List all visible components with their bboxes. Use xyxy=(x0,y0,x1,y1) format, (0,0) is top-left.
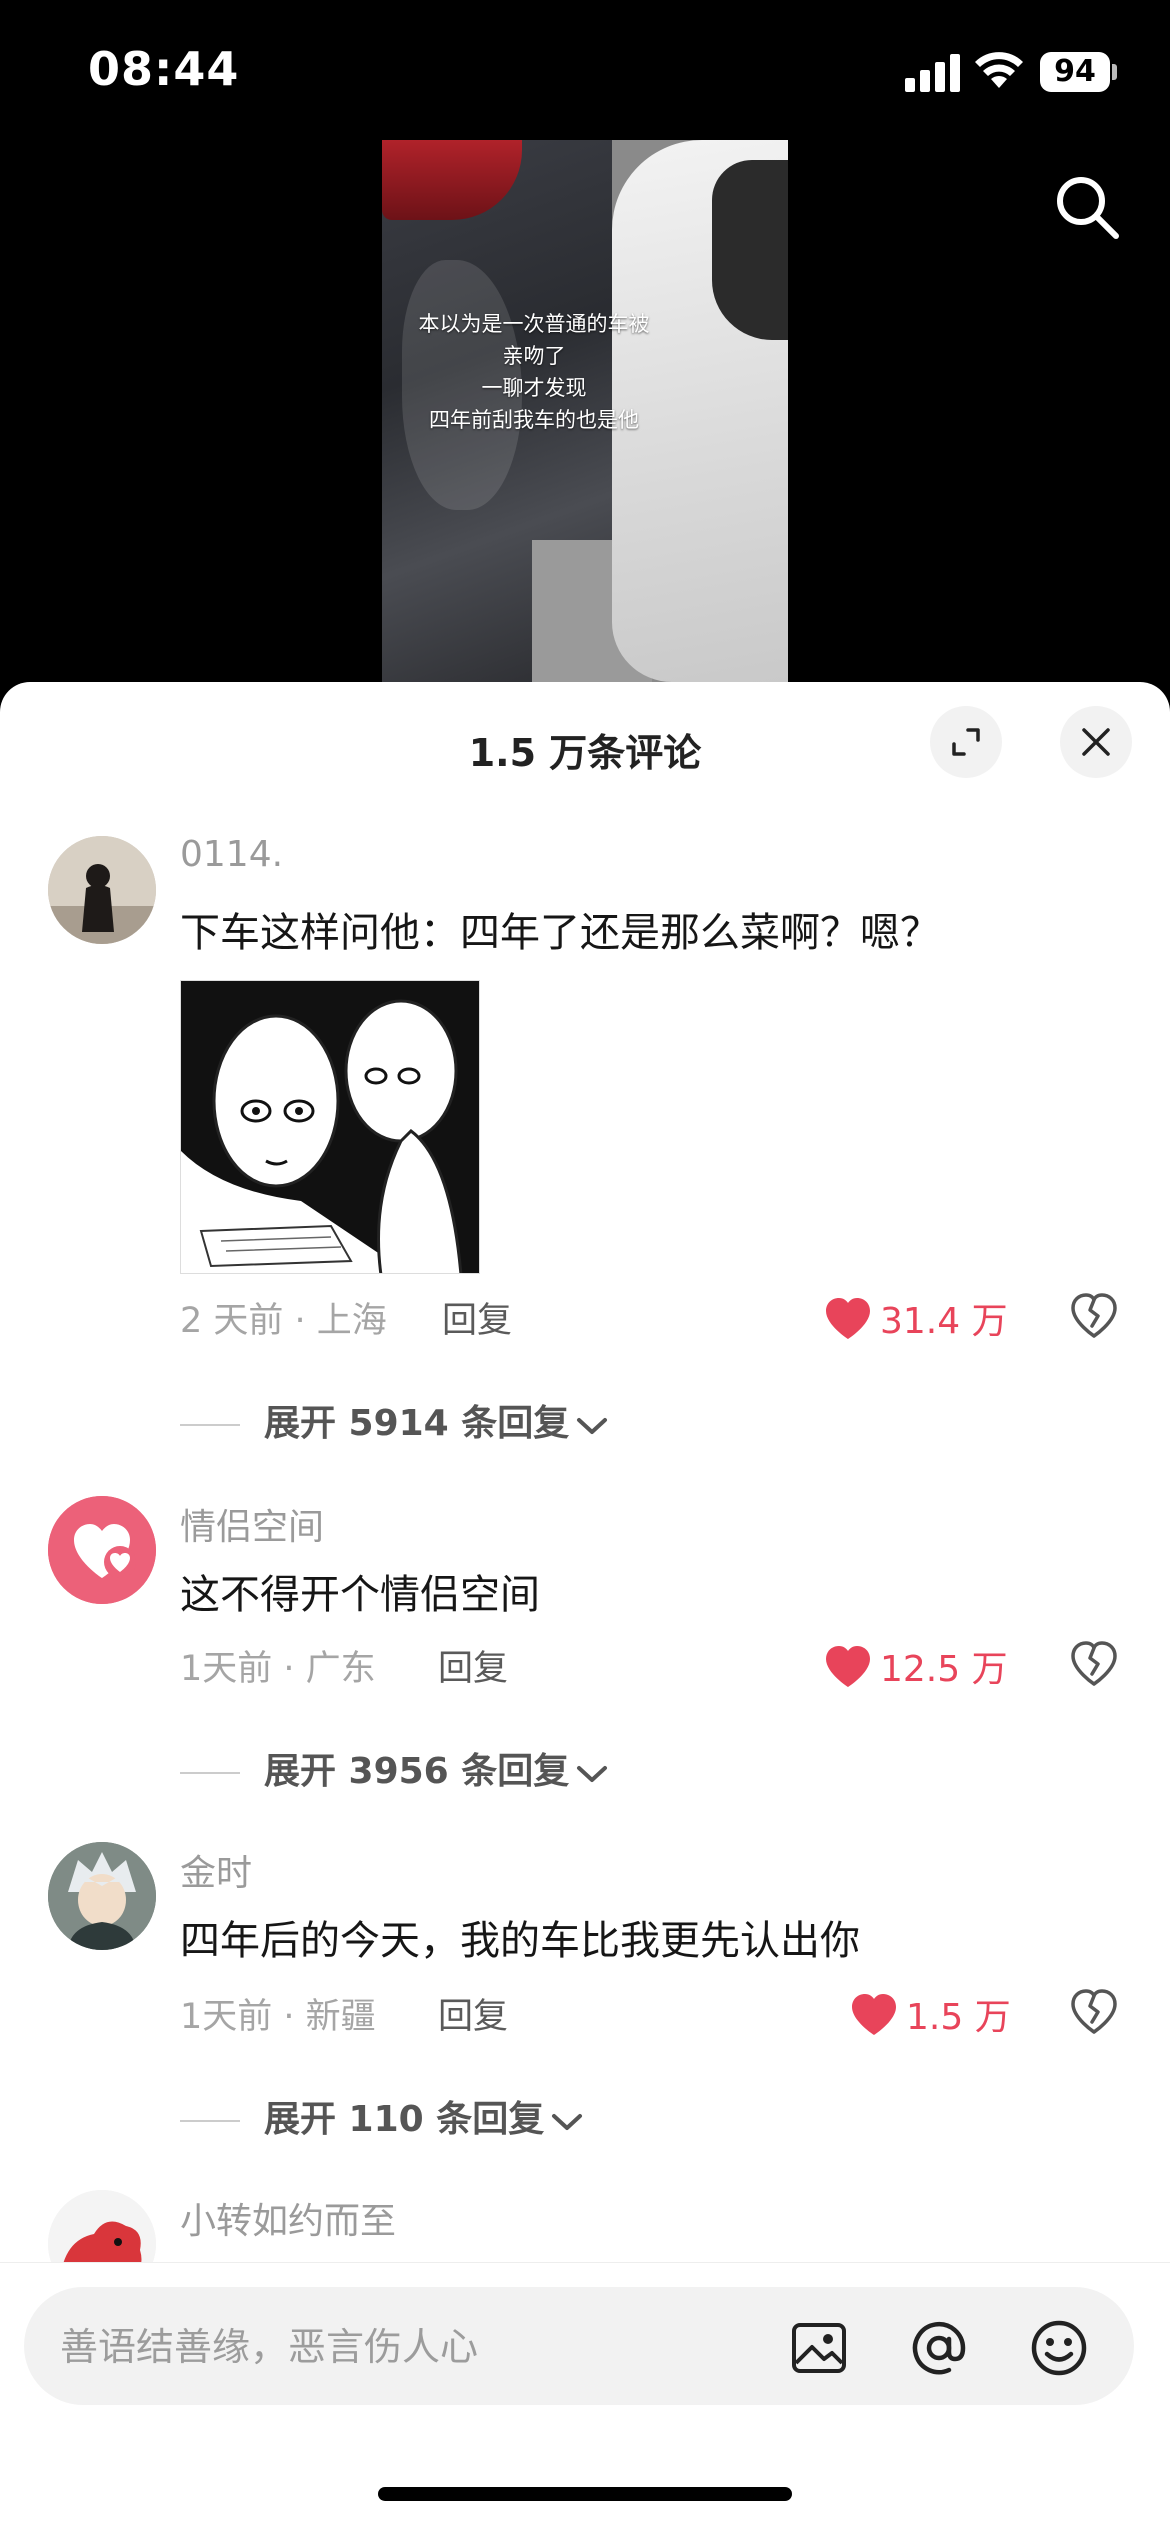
broken-heart-icon[interactable] xyxy=(1070,1292,1118,1340)
expand-replies-button[interactable]: 展开 3956 条回复 xyxy=(180,1742,609,1794)
comments-sheet: 1.5 万条评论 0114. 下车这样问他：四年了还是那么菜啊？嗯？ 2 天前 … xyxy=(0,682,1170,2532)
anime-avatar-image xyxy=(48,1842,156,1950)
comment-text: 这不得开个情侣空间 xyxy=(180,1572,540,1618)
video-headlamp xyxy=(712,160,788,340)
avatar[interactable] xyxy=(48,1842,156,1950)
caption-line: 亲吻了 xyxy=(502,344,566,368)
divider-line xyxy=(180,1772,240,1774)
expand-replies-label: 展开 110 条回复 xyxy=(264,2099,545,2140)
chevron-down-icon xyxy=(577,1766,608,1782)
battery-tip xyxy=(1112,64,1117,80)
comment-text: 下车这样问他：四年了还是那么菜啊？嗯？ xyxy=(180,910,940,956)
expand-button[interactable] xyxy=(930,706,1002,778)
couple-space-heart-icon xyxy=(48,1496,156,1604)
comment-username[interactable]: 0114. xyxy=(180,834,283,875)
avatar[interactable] xyxy=(48,1496,156,1604)
chevron-down-icon xyxy=(577,1418,608,1434)
video-caption: 本以为是一次普通的车被 亲吻了 一聊才发现 四年前刮我车的也是他 xyxy=(382,308,686,436)
avatar[interactable] xyxy=(48,836,156,944)
reply-button[interactable]: 回复 xyxy=(438,1988,508,2039)
heart-icon xyxy=(826,1646,870,1687)
like-button[interactable]: 31.4 万 xyxy=(824,1292,1008,1344)
comment-input-box[interactable] xyxy=(24,2287,1134,2405)
emoji-icon[interactable] xyxy=(1030,2319,1088,2377)
like-count: 12.5 万 xyxy=(880,1649,1008,1690)
like-count: 1.5 万 xyxy=(906,1997,1011,2038)
heart-icon xyxy=(852,1994,896,2035)
caption-line: 一聊才发现 xyxy=(481,376,587,400)
comment-username[interactable]: 金时 xyxy=(180,1844,252,1896)
comment-username[interactable]: 情侣空间 xyxy=(180,1498,324,1550)
comment-meta: 1天前 · 新疆 xyxy=(180,1997,376,2037)
status-bar: 08:44 94 xyxy=(0,0,1170,140)
comment-input[interactable] xyxy=(60,2317,760,2377)
broken-heart-icon[interactable] xyxy=(1070,1640,1118,1688)
divider-line xyxy=(180,2120,240,2122)
avatar-image xyxy=(48,836,156,944)
comment-meta: 2 天前 · 上海 xyxy=(180,1301,387,1341)
search-icon[interactable] xyxy=(1052,172,1122,242)
divider-line xyxy=(180,1424,240,1426)
cellular-signal-icon xyxy=(905,52,961,92)
wifi-icon xyxy=(975,52,1023,88)
like-count: 31.4 万 xyxy=(880,1301,1008,1342)
comment-text: 四年后的今天，我的车比我更先认出你 xyxy=(180,1918,860,1964)
expand-icon xyxy=(952,728,980,756)
expand-replies-label: 展开 3956 条回复 xyxy=(264,1751,570,1792)
comment-username[interactable]: 小转如约而至 xyxy=(180,2192,396,2244)
reply-button[interactable]: 回复 xyxy=(438,1640,508,1691)
expand-replies-button[interactable]: 展开 110 条回复 xyxy=(180,2090,584,2142)
sketch-meme-image xyxy=(181,981,479,1273)
comment-meta: 1天前 · 广东 xyxy=(180,1649,376,1689)
status-time: 08:44 xyxy=(88,42,240,96)
heart-icon xyxy=(826,1298,870,1339)
at-icon[interactable] xyxy=(910,2319,968,2377)
broken-heart-icon[interactable] xyxy=(1070,1988,1118,2036)
image-icon[interactable] xyxy=(790,2319,848,2377)
battery-level: 94 xyxy=(1040,52,1110,92)
home-indicator[interactable] xyxy=(378,2487,792,2501)
expand-replies-button[interactable]: 展开 5914 条回复 xyxy=(180,1394,609,1446)
chevron-down-icon xyxy=(552,2114,583,2130)
expand-replies-label: 展开 5914 条回复 xyxy=(264,1403,570,1444)
close-icon xyxy=(1082,728,1110,756)
like-button[interactable]: 12.5 万 xyxy=(824,1640,1008,1692)
like-button[interactable]: 1.5 万 xyxy=(850,1988,1011,2040)
comment-image[interactable] xyxy=(180,980,480,1274)
caption-line: 四年前刮我车的也是他 xyxy=(429,408,639,432)
caption-line: 本以为是一次普通的车被 xyxy=(418,312,650,336)
reply-button[interactable]: 回复 xyxy=(442,1292,512,1343)
video-player[interactable]: 本以为是一次普通的车被 亲吻了 一聊才发现 四年前刮我车的也是他 xyxy=(382,140,788,682)
close-button[interactable] xyxy=(1060,706,1132,778)
